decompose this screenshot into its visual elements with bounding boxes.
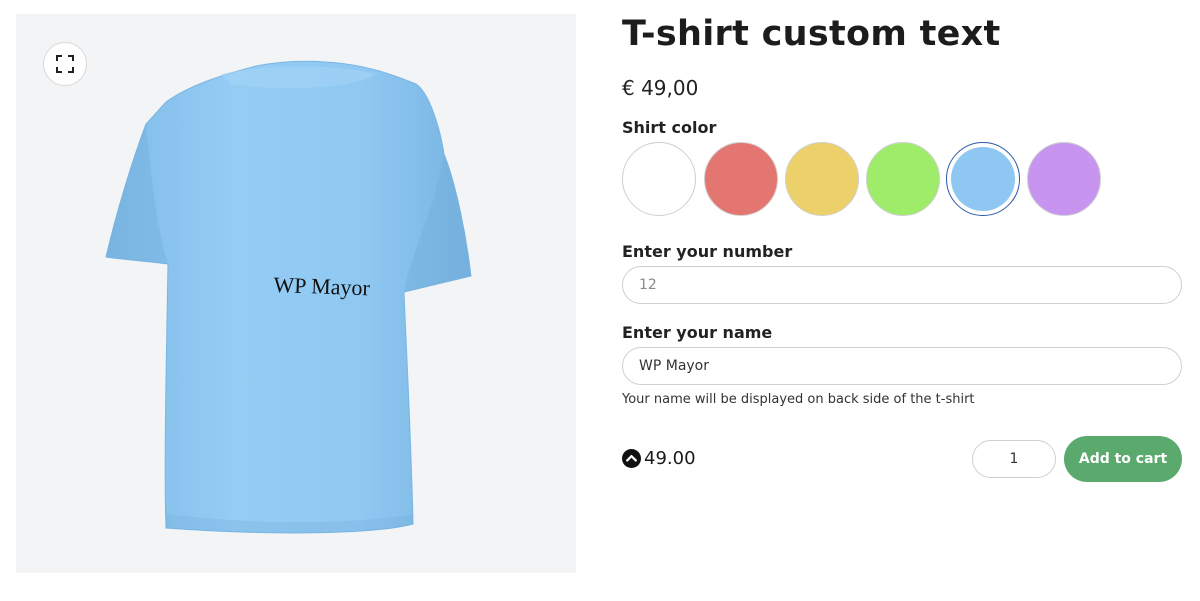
- add-to-cart-button[interactable]: Add to cart: [1064, 436, 1182, 482]
- number-input[interactable]: [622, 266, 1182, 304]
- total-price: 49.00: [622, 448, 696, 469]
- color-swatch-white[interactable]: [622, 142, 696, 216]
- fullscreen-button[interactable]: [43, 42, 87, 86]
- name-input[interactable]: [622, 347, 1182, 385]
- number-label: Enter your number: [622, 242, 793, 261]
- shirt-color-label: Shirt color: [622, 118, 717, 137]
- fullscreen-icon: [56, 55, 74, 73]
- name-help-text: Your name will be displayed on back side…: [622, 392, 975, 407]
- tshirt-custom-text: WP Mayor: [273, 272, 371, 301]
- color-swatch-blue[interactable]: [946, 142, 1020, 216]
- color-swatch-green[interactable]: [866, 142, 940, 216]
- total-amount: 49.00: [644, 448, 696, 469]
- color-swatch-red[interactable]: [704, 142, 778, 216]
- name-label: Enter your name: [622, 323, 773, 342]
- quantity-input[interactable]: [972, 440, 1056, 478]
- product-price: € 49,00: [622, 76, 699, 100]
- product-3d-viewer[interactable]: WP Mayor: [16, 14, 576, 573]
- color-swatch-purple[interactable]: [1027, 142, 1101, 216]
- product-title: T-shirt custom text: [622, 14, 1001, 54]
- chevron-up-circle-icon: [622, 449, 641, 468]
- color-swatch-yellow[interactable]: [785, 142, 859, 216]
